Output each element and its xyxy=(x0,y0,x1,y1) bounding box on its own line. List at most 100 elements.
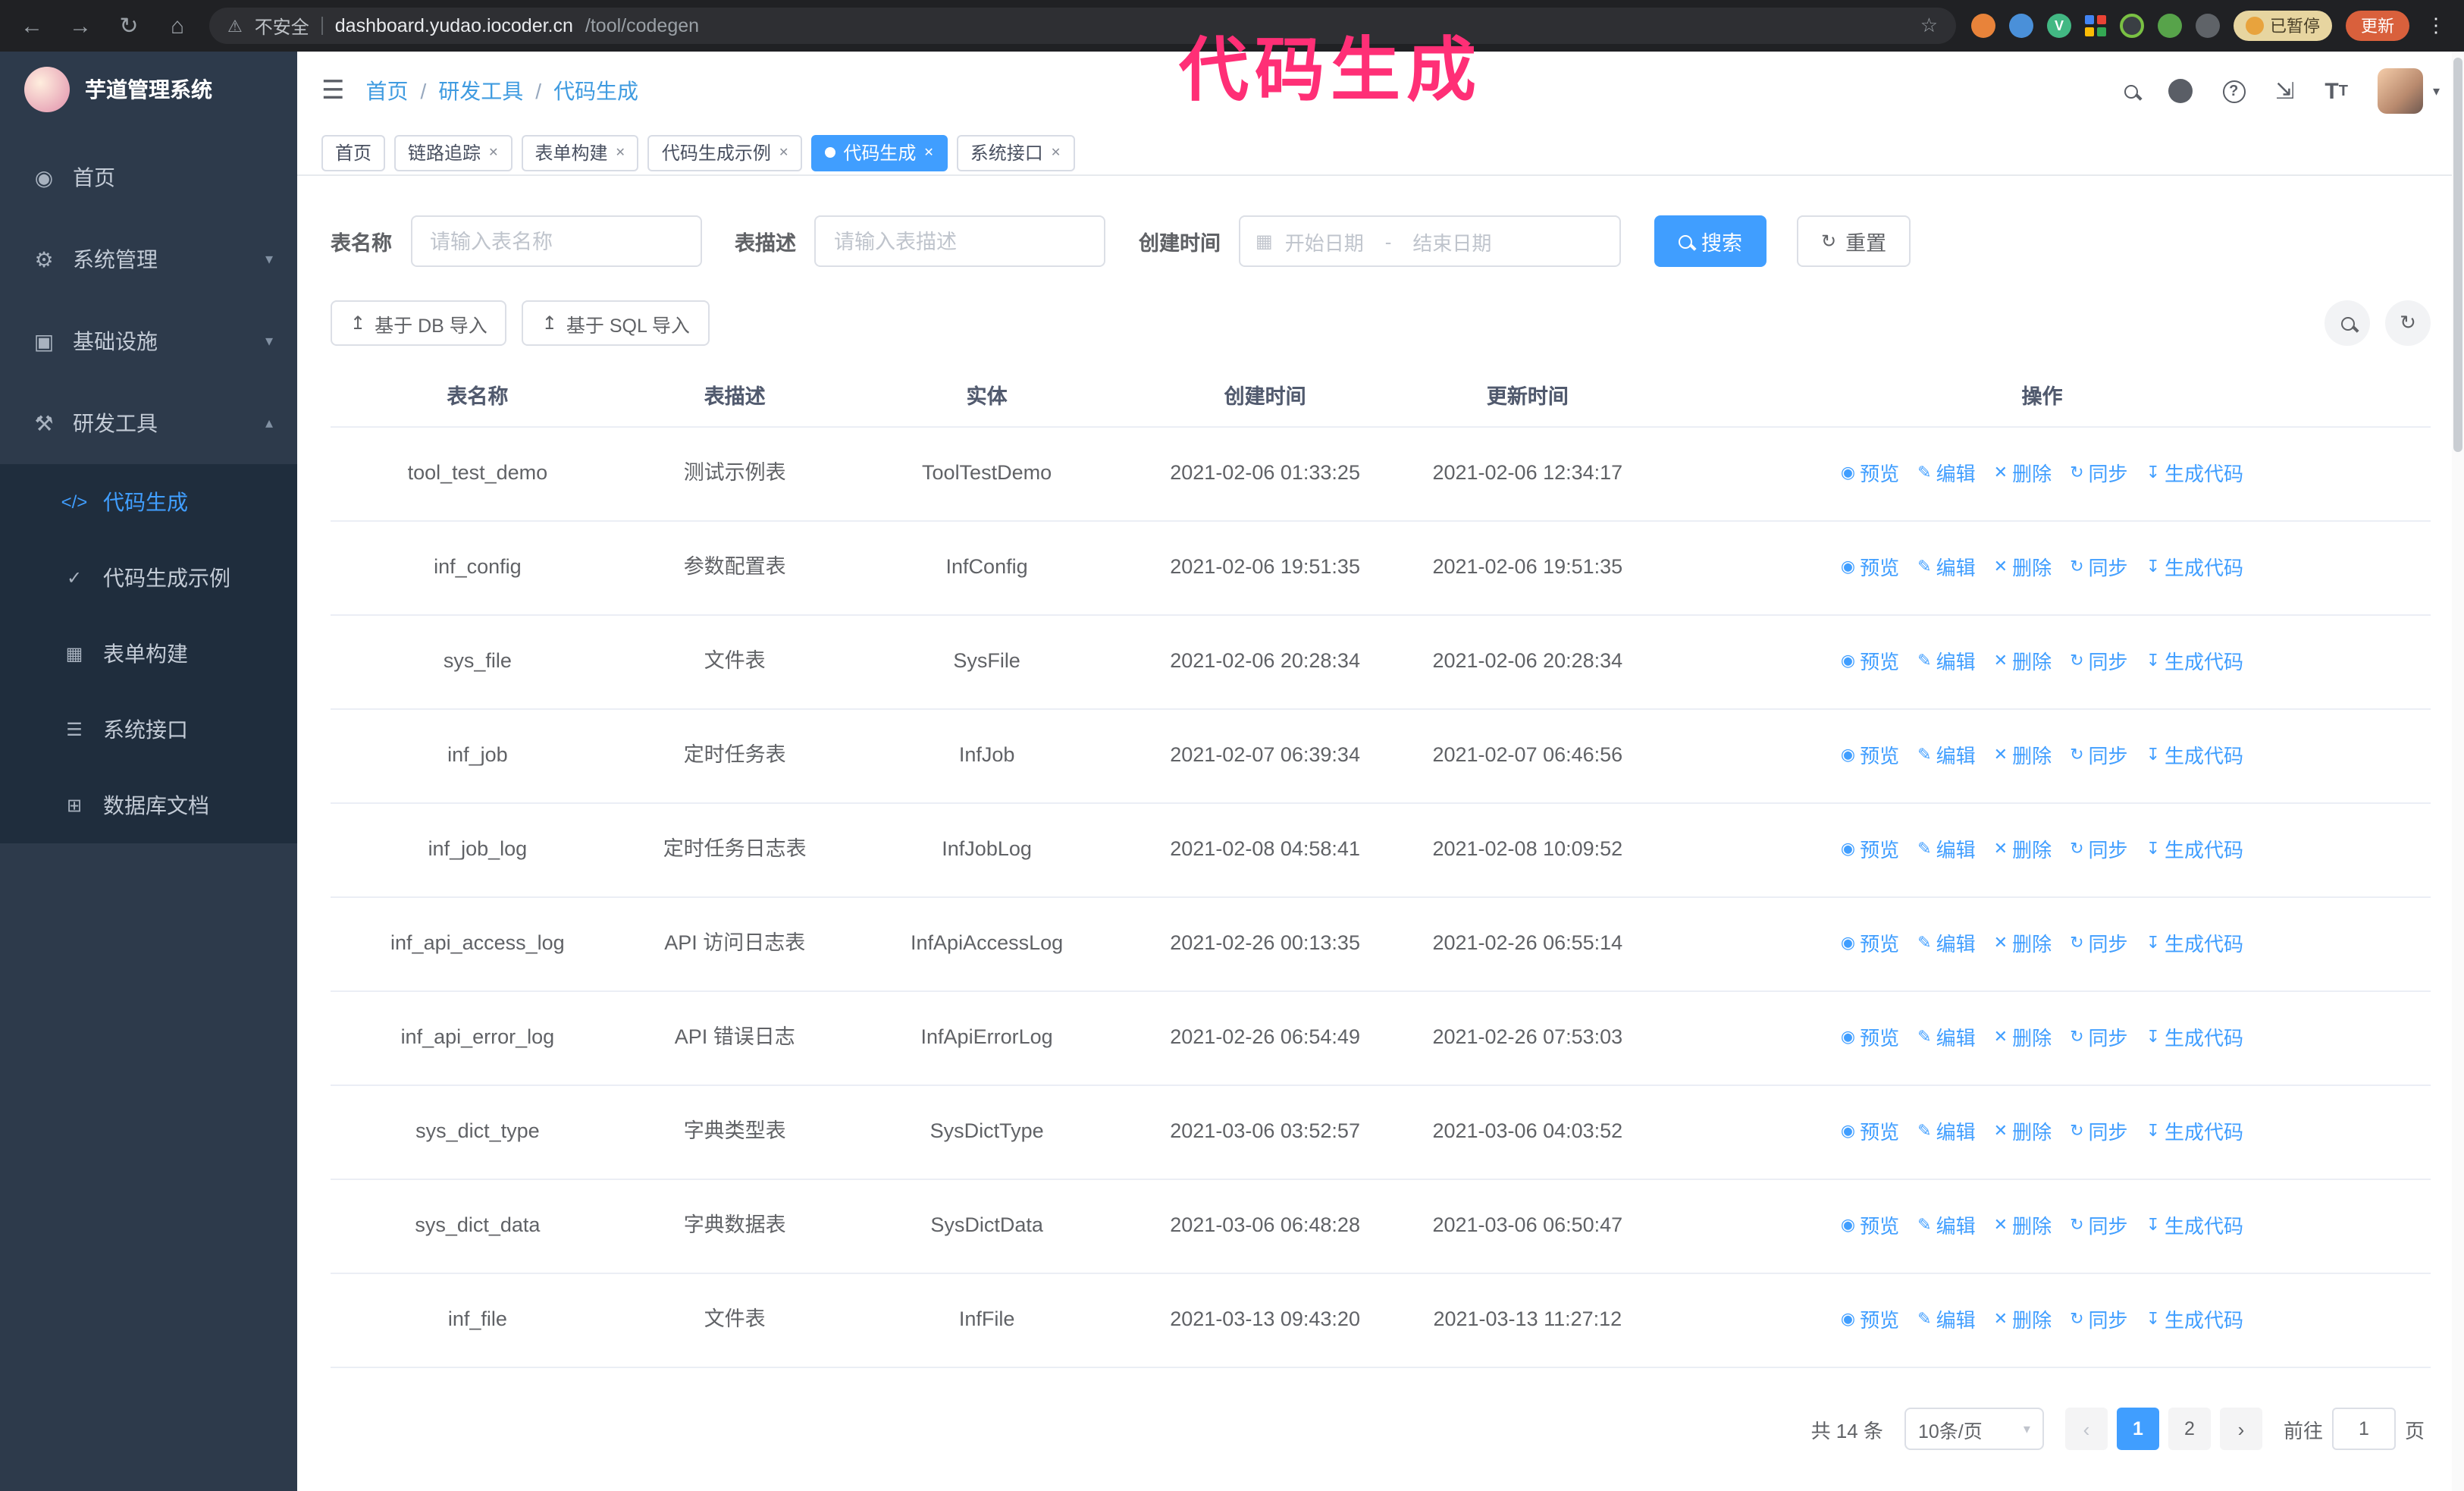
edit-link[interactable]: ✎ 编辑 xyxy=(1917,1118,1975,1147)
search-icon[interactable] xyxy=(2124,84,2138,98)
delete-link[interactable]: ✕ 删除 xyxy=(1994,460,2052,489)
table-name-input[interactable] xyxy=(410,215,701,267)
extension-icon-green[interactable] xyxy=(2158,14,2182,38)
import-db-button[interactable]: ↥ 基于 DB 导入 xyxy=(331,300,507,346)
toggle-search-button[interactable] xyxy=(2324,300,2370,346)
sync-link[interactable]: ↻ 同步 xyxy=(2070,1306,2127,1336)
generate-code-link[interactable]: ↧ 生成代码 xyxy=(2146,1118,2243,1147)
extension-icon-dark[interactable] xyxy=(2120,14,2144,38)
fullscreen-icon[interactable]: ⇲ xyxy=(2275,77,2294,105)
sync-link[interactable]: ↻ 同步 xyxy=(2070,1024,2127,1053)
forward-icon[interactable]: → xyxy=(64,13,97,39)
delete-link[interactable]: ✕ 删除 xyxy=(1994,1118,2052,1147)
update-button[interactable]: 更新 xyxy=(2346,11,2409,41)
close-icon[interactable]: ✕ xyxy=(488,146,498,159)
page-button-1[interactable]: 1 xyxy=(2116,1408,2159,1450)
preview-link[interactable]: ◉ 预览 xyxy=(1841,930,1899,959)
goto-page-input[interactable] xyxy=(2331,1408,2396,1450)
sync-link[interactable]: ↻ 同步 xyxy=(2070,554,2127,583)
delete-link[interactable]: ✕ 删除 xyxy=(1994,648,2052,677)
import-sql-button[interactable]: ↥ 基于 SQL 导入 xyxy=(522,300,710,346)
extensions-puzzle-icon[interactable] xyxy=(2196,14,2220,38)
sidebar-item-system[interactable]: ⚙ 系统管理 ▾ xyxy=(0,218,297,300)
sidebar-collapse-icon[interactable]: ☰ xyxy=(321,76,345,106)
sync-link[interactable]: ↻ 同步 xyxy=(2070,836,2127,865)
sync-link[interactable]: ↻ 同步 xyxy=(2070,1118,2127,1147)
edit-link[interactable]: ✎ 编辑 xyxy=(1917,460,1975,489)
generate-code-link[interactable]: ↧ 生成代码 xyxy=(2146,554,2243,583)
delete-link[interactable]: ✕ 删除 xyxy=(1994,1024,2052,1053)
preview-link[interactable]: ◉ 预览 xyxy=(1841,742,1899,771)
sync-link[interactable]: ↻ 同步 xyxy=(2070,1212,2127,1241)
sync-link[interactable]: ↻ 同步 xyxy=(2070,930,2127,959)
generate-code-link[interactable]: ↧ 生成代码 xyxy=(2146,742,2243,771)
date-range-picker[interactable]: ▦ 开始日期 - 结束日期 xyxy=(1239,215,1621,267)
back-icon[interactable]: ← xyxy=(15,13,49,39)
close-icon[interactable]: ✕ xyxy=(1051,146,1061,159)
tab-codegen[interactable]: 代码生成 ✕ xyxy=(811,134,948,171)
generate-code-link[interactable]: ↧ 生成代码 xyxy=(2146,836,2243,865)
tab-form-builder[interactable]: 表单构建 ✕ xyxy=(521,134,639,171)
sidebar-item-home[interactable]: ◉ 首页 xyxy=(0,137,297,218)
table-desc-input[interactable] xyxy=(814,215,1105,267)
edit-link[interactable]: ✎ 编辑 xyxy=(1917,930,1975,959)
tab-codegen-example[interactable]: 代码生成示例 ✕ xyxy=(647,134,803,171)
vue-devtools-icon[interactable]: V xyxy=(2047,14,2071,38)
browser-menu-icon[interactable]: ⋮ xyxy=(2423,14,2449,38)
preview-link[interactable]: ◉ 预览 xyxy=(1841,1024,1899,1053)
sidebar-item-codegen[interactable]: </> 代码生成 xyxy=(0,464,297,540)
sidebar-item-devtools[interactable]: ⚒ 研发工具 ▴ xyxy=(0,382,297,464)
sidebar-item-db-doc[interactable]: ⊞ 数据库文档 xyxy=(0,767,297,843)
extension-icon-orange[interactable] xyxy=(1971,14,1995,38)
page-button-2[interactable]: 2 xyxy=(2168,1408,2211,1450)
extension-icon-blue[interactable] xyxy=(2009,14,2033,38)
edit-link[interactable]: ✎ 编辑 xyxy=(1917,742,1975,771)
user-menu[interactable]: ▾ xyxy=(2378,68,2440,114)
sidebar-item-system-api[interactable]: ☰ 系统接口 xyxy=(0,692,297,767)
preview-link[interactable]: ◉ 预览 xyxy=(1841,554,1899,583)
sidebar-item-form-builder[interactable]: ▦ 表单构建 xyxy=(0,616,297,692)
edit-link[interactable]: ✎ 编辑 xyxy=(1917,836,1975,865)
preview-link[interactable]: ◉ 预览 xyxy=(1841,1306,1899,1336)
generate-code-link[interactable]: ↧ 生成代码 xyxy=(2146,648,2243,677)
delete-link[interactable]: ✕ 删除 xyxy=(1994,1212,2052,1241)
preview-link[interactable]: ◉ 预览 xyxy=(1841,1212,1899,1241)
delete-link[interactable]: ✕ 删除 xyxy=(1994,554,2052,583)
preview-link[interactable]: ◉ 预览 xyxy=(1841,460,1899,489)
sidebar-item-infra[interactable]: ▣ 基础设施 ▾ xyxy=(0,300,297,382)
breadcrumb-home[interactable]: 首页 xyxy=(366,76,409,106)
edit-link[interactable]: ✎ 编辑 xyxy=(1917,1212,1975,1241)
edit-link[interactable]: ✎ 编辑 xyxy=(1917,554,1975,583)
close-icon[interactable]: ✕ xyxy=(779,146,788,159)
sync-link[interactable]: ↻ 同步 xyxy=(2070,742,2127,771)
edit-link[interactable]: ✎ 编辑 xyxy=(1917,1024,1975,1053)
sync-link[interactable]: ↻ 同步 xyxy=(2070,648,2127,677)
address-bar[interactable]: ⚠ 不安全 dashboard.yudao.iocoder.cn /tool/c… xyxy=(209,8,1956,44)
sidebar-item-codegen-example[interactable]: ✓ 代码生成示例 xyxy=(0,540,297,616)
delete-link[interactable]: ✕ 删除 xyxy=(1994,836,2052,865)
scrollbar-thumb[interactable] xyxy=(2453,58,2462,452)
sync-link[interactable]: ↻ 同步 xyxy=(2070,460,2127,489)
tab-system-api[interactable]: 系统接口 ✕ xyxy=(956,134,1075,171)
next-page-button[interactable]: › xyxy=(2219,1408,2262,1450)
generate-code-link[interactable]: ↧ 生成代码 xyxy=(2146,1212,2243,1241)
reset-button[interactable]: ↻ 重置 xyxy=(1797,215,1911,267)
preview-link[interactable]: ◉ 预览 xyxy=(1841,1118,1899,1147)
delete-link[interactable]: ✕ 删除 xyxy=(1994,1306,2052,1336)
generate-code-link[interactable]: ↧ 生成代码 xyxy=(2146,1306,2243,1336)
edit-link[interactable]: ✎ 编辑 xyxy=(1917,648,1975,677)
prev-page-button[interactable]: ‹ xyxy=(2064,1408,2108,1450)
tab-tracing[interactable]: 链路追踪 ✕ xyxy=(394,134,513,171)
preview-link[interactable]: ◉ 预览 xyxy=(1841,648,1899,677)
font-size-icon[interactable]: TT xyxy=(2324,78,2348,104)
generate-code-link[interactable]: ↧ 生成代码 xyxy=(2146,460,2243,489)
close-icon[interactable]: ✕ xyxy=(923,146,933,159)
generate-code-link[interactable]: ↧ 生成代码 xyxy=(2146,930,2243,959)
close-icon[interactable]: ✕ xyxy=(616,146,625,159)
github-icon[interactable] xyxy=(2168,79,2193,103)
paused-badge[interactable]: 已暂停 xyxy=(2234,11,2332,41)
generate-code-link[interactable]: ↧ 生成代码 xyxy=(2146,1024,2243,1053)
delete-link[interactable]: ✕ 删除 xyxy=(1994,742,2052,771)
breadcrumb-devtools[interactable]: 研发工具 xyxy=(438,76,523,106)
delete-link[interactable]: ✕ 删除 xyxy=(1994,930,2052,959)
